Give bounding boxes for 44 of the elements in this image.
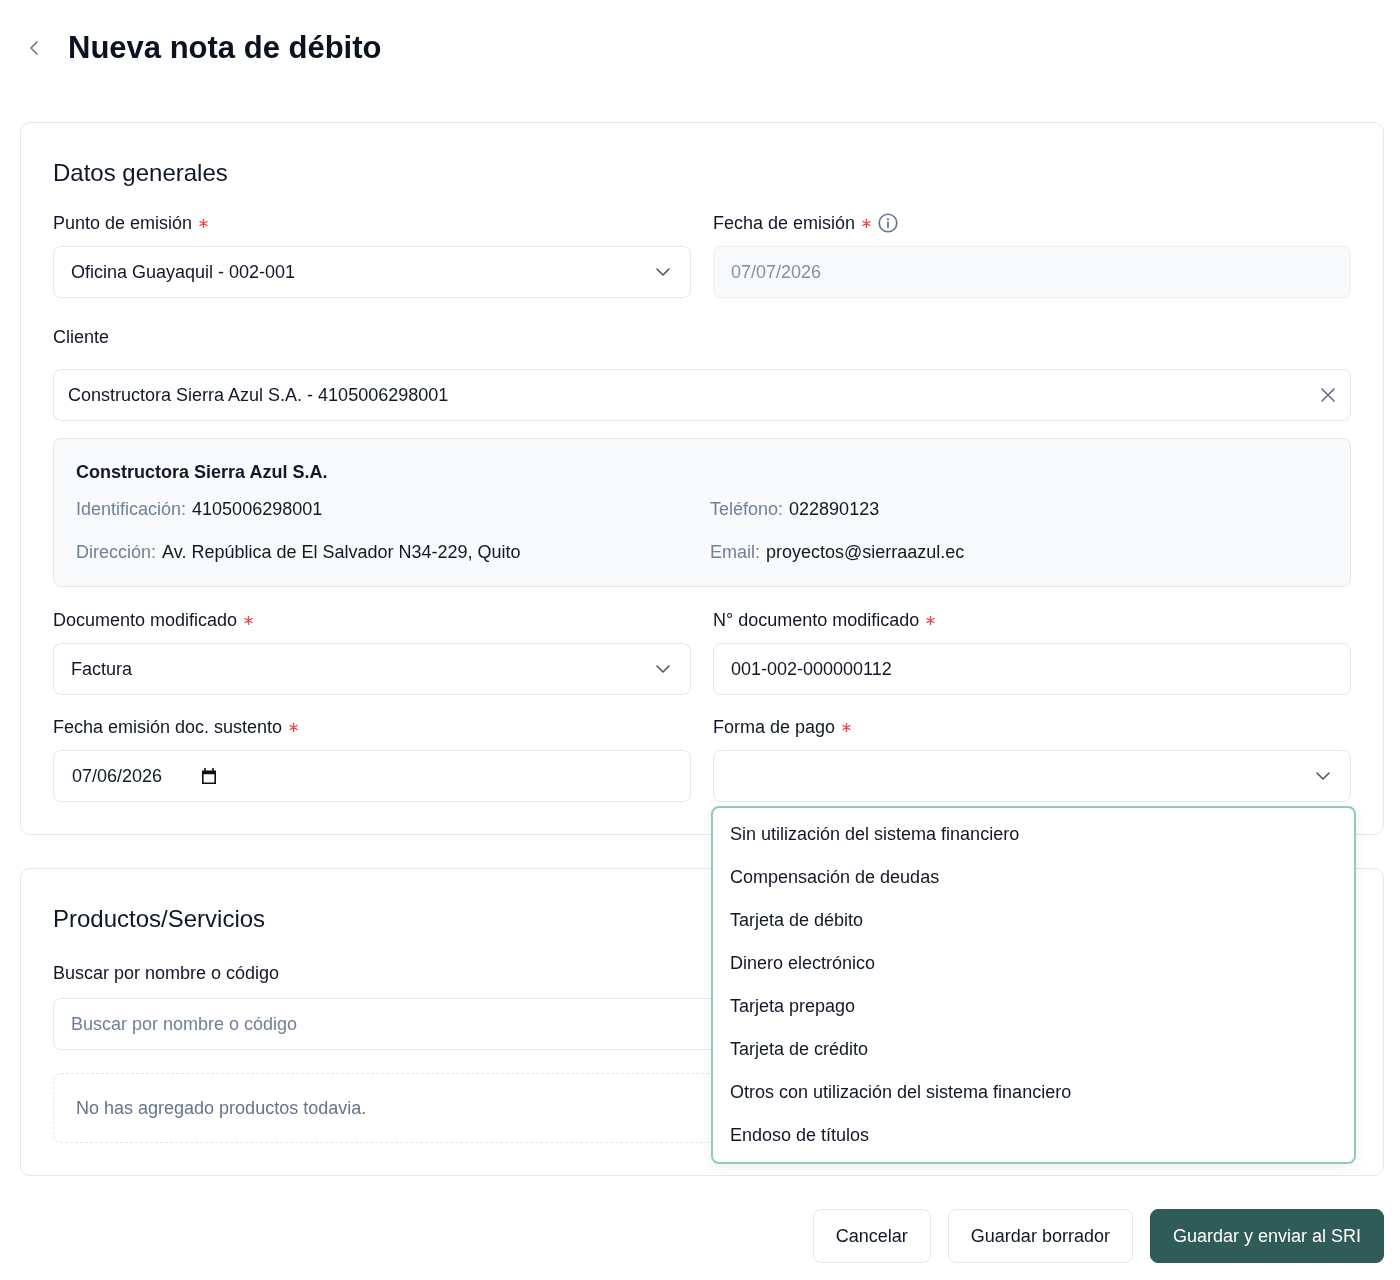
field-label: Punto de emisión [53, 212, 193, 234]
detail-value: proyectos@sierraazul.ec [766, 541, 965, 563]
field-label: Fecha emisión doc. sustento [53, 716, 283, 738]
detail-value: 4105006298001 [192, 498, 323, 520]
select-field[interactable]: Oficina Guayaquil - 002-001 [53, 246, 691, 298]
dropdown-option[interactable]: Compensación de deudas [713, 856, 1354, 899]
date-input-field[interactable]: 07/06/2026 [53, 750, 691, 802]
dropdown-option[interactable]: Tarjeta de débito [713, 899, 1354, 942]
dropdown-option[interactable]: Otros con utilización del sistema financiero [713, 1071, 1354, 1114]
empty-state-message: No has agregado productos todavia. [76, 1097, 367, 1119]
text-input-field[interactable]: 001-002-000000112 [713, 643, 1351, 695]
field-label: Buscar por nombre o código [53, 962, 280, 984]
calendar-icon[interactable] [202, 768, 217, 784]
client-name: Constructora Sierra Azul S.A. [76, 461, 328, 483]
detail-value: Av. República de El Salvador N34-229, Quito [162, 541, 521, 563]
field-label: N° documento modificado [713, 609, 920, 631]
detail-label: Email: [710, 541, 760, 563]
chevron-down-icon [656, 664, 670, 674]
page-title: Nueva nota de débito [68, 30, 382, 66]
dropdown-option[interactable]: Dinero electrónico [713, 942, 1354, 985]
field-label: Cliente [53, 326, 110, 348]
info-icon[interactable] [878, 213, 899, 233]
detail-label: Dirección: [76, 541, 157, 563]
detail-label: Teléfono: [710, 498, 784, 520]
dropdown-option[interactable]: Endoso de títulos [713, 1114, 1354, 1157]
detail-label: Identificación: [76, 498, 187, 520]
field-label: Forma de pago [713, 716, 836, 738]
dropdown-option[interactable]: Sin utilización del sistema financiero [713, 813, 1354, 856]
secondary-button[interactable]: Guardar borrador [947, 1209, 1133, 1263]
field-label: Documento modificado [53, 609, 238, 631]
clear-button[interactable] [1319, 386, 1337, 404]
select-field[interactable] [713, 750, 1351, 802]
secondary-button[interactable]: Cancelar [812, 1209, 931, 1263]
chevron-down-icon [1316, 771, 1330, 781]
field-label: Fecha de emisión [713, 212, 856, 234]
select-field[interactable]: Factura [53, 643, 691, 695]
section-title: Datos generales [53, 158, 228, 188]
chevron-down-icon [656, 267, 670, 277]
close-icon [1321, 388, 1335, 402]
back-chevron-icon [28, 40, 40, 56]
section-title: Productos/Servicios [53, 904, 266, 934]
primary-button[interactable]: Guardar y enviar al SRI [1149, 1209, 1384, 1263]
client-search-field[interactable]: Constructora Sierra Azul S.A. - 4105006298001 [53, 369, 1351, 421]
detail-value: 022890123 [789, 498, 880, 520]
